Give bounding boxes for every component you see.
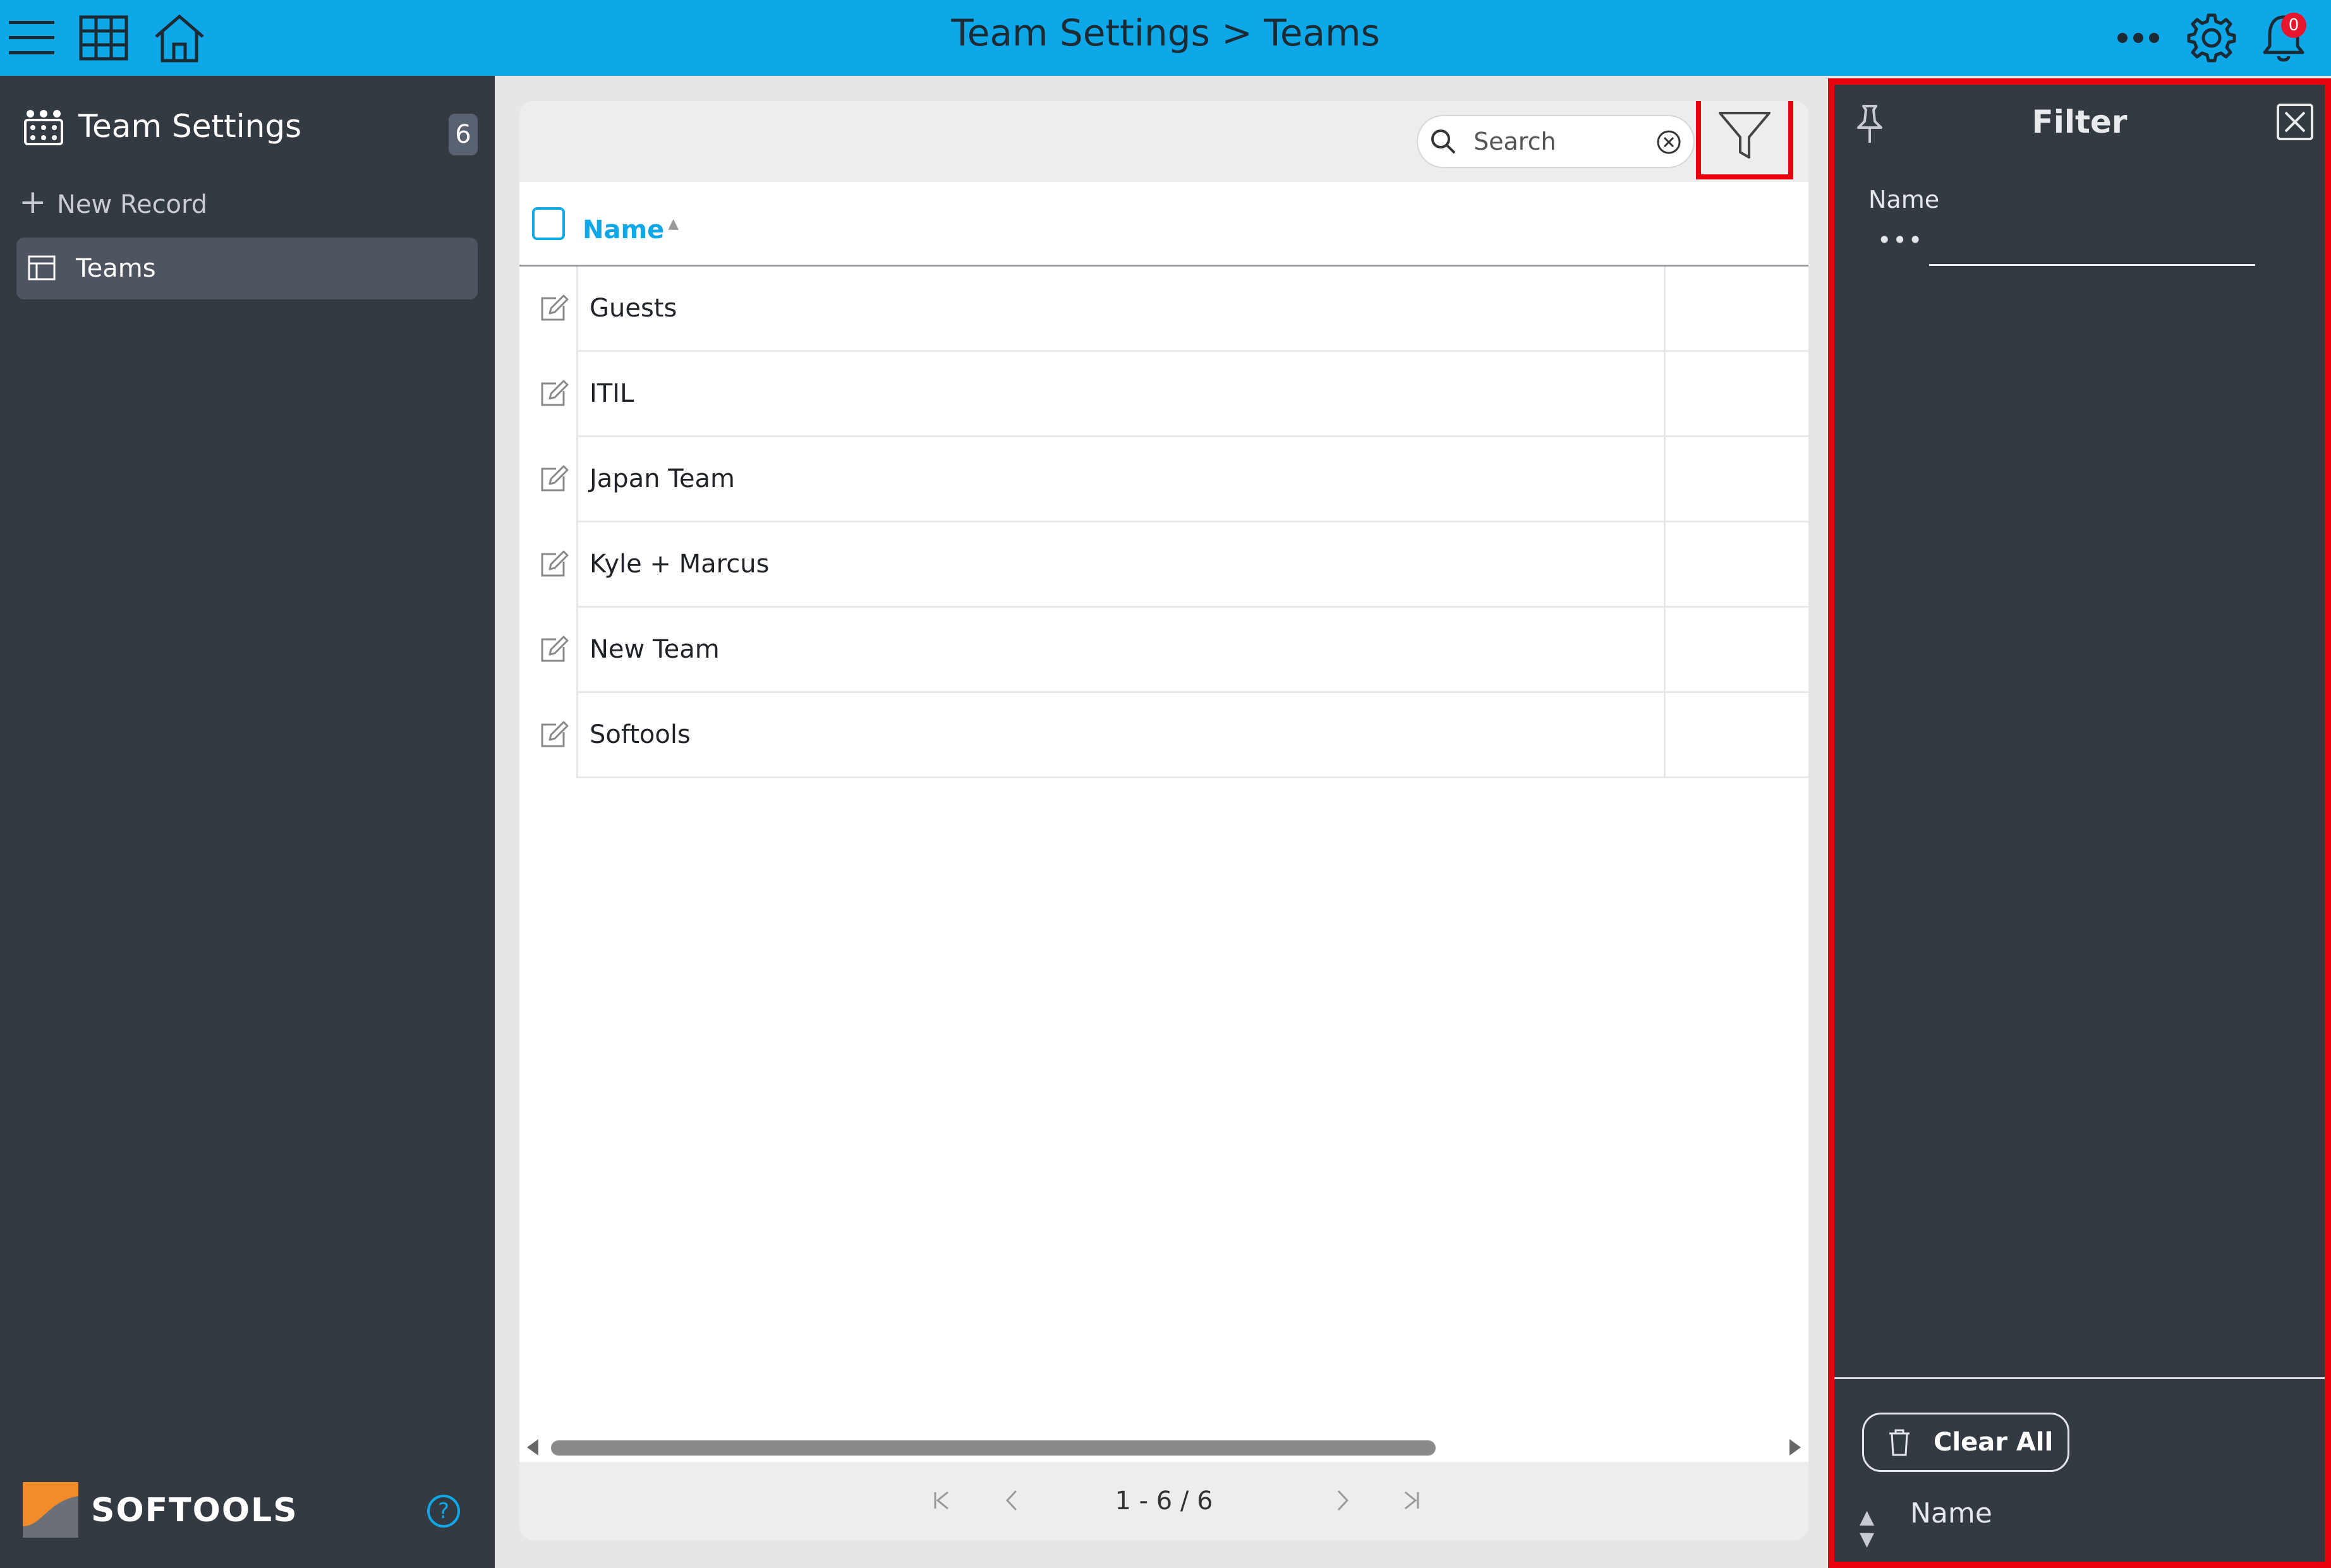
horizontal-scrollbar[interactable] (519, 1433, 1808, 1462)
column-header-label: Name (583, 215, 665, 244)
search-placeholder: Search (1474, 128, 1556, 155)
sidebar: Team Settings 6 + New Record Teams SOFTOO… (0, 76, 495, 1568)
column-header-name[interactable]: Name ▲ (583, 182, 679, 267)
search-input[interactable]: Search (1417, 115, 1695, 168)
cell-name: New Team (576, 608, 1666, 693)
previous-page-icon[interactable] (1000, 1485, 1025, 1516)
sidebar-item-teams[interactable]: Teams (16, 238, 478, 299)
cell-empty (1666, 522, 1808, 608)
table-row[interactable]: Kyle + Marcus (519, 522, 1808, 608)
filter-operator-button[interactable]: ••• (1877, 226, 1923, 254)
record-count-badge: 6 (449, 114, 478, 155)
cell-name: Guests (576, 267, 1666, 352)
page-title: Team Settings > Teams (951, 11, 1380, 54)
sort-toggle-icon[interactable]: ▲ ▼ (1860, 1506, 1874, 1550)
search-icon (1431, 130, 1456, 154)
table-row[interactable]: New Team (519, 608, 1808, 693)
clear-search-icon[interactable] (1656, 129, 1682, 155)
cell-empty (1666, 437, 1808, 522)
table-row[interactable]: ITIL (519, 352, 1808, 437)
page-range: 1 - 6 / 6 (1115, 1487, 1213, 1516)
next-page-icon[interactable] (1329, 1485, 1355, 1516)
cell-empty (1666, 267, 1808, 352)
edit-icon[interactable] (537, 720, 569, 751)
filter-panel: Filter Name ••• Clear All ▲ ▼ Name (1828, 78, 2331, 1568)
sidebar-footer: SOFTOOLS ? (23, 1482, 484, 1539)
gear-icon[interactable] (2184, 10, 2239, 66)
cell-empty (1666, 352, 1808, 437)
list-toolbar: Search (519, 101, 1808, 182)
first-page-icon[interactable] (929, 1485, 954, 1516)
cell-name: ITIL (576, 352, 1666, 437)
bell-icon[interactable]: 0 (2256, 10, 2311, 66)
help-icon[interactable]: ? (427, 1495, 460, 1528)
filter-value-input[interactable] (1929, 264, 2255, 266)
team-icon (24, 110, 63, 145)
more-dots-icon[interactable] (2110, 10, 2166, 66)
new-record-label: New Record (57, 190, 208, 219)
last-page-icon[interactable] (1399, 1485, 1424, 1516)
filter-divider (1834, 1377, 2325, 1379)
funnel-icon (1719, 112, 1771, 159)
cell-name: Japan Team (576, 437, 1666, 522)
edit-icon[interactable] (537, 634, 569, 666)
table-row[interactable]: Japan Team (519, 437, 1808, 522)
clear-all-label: Clear All (1934, 1428, 2054, 1457)
pagination: 1 - 6 / 6 (519, 1462, 1808, 1540)
close-icon[interactable] (2277, 104, 2313, 140)
sort-asc-icon: ▲ (668, 216, 679, 232)
filter-button[interactable] (1696, 101, 1793, 179)
sidebar-item-label: Teams (76, 254, 156, 283)
table-row[interactable]: Softools (519, 693, 1808, 778)
filter-field-label: Name (1868, 186, 1940, 214)
edit-icon[interactable] (537, 293, 569, 325)
cell-name: Kyle + Marcus (576, 522, 1666, 608)
table-body: Guests ITIL Japan Team Kyle + Marcus New… (519, 267, 1808, 778)
edit-icon[interactable] (537, 464, 569, 495)
brand-name: SOFTOOLS (91, 1492, 298, 1529)
main-panel: Search Name ▲ Guests ITIL Japan Team Kyle (519, 101, 1808, 1540)
sort-field-label: Name (1910, 1497, 1992, 1529)
new-record-button[interactable]: + New Record (19, 177, 207, 227)
sidebar-header: Team Settings 6 (0, 95, 495, 158)
sidebar-title: Team Settings (78, 108, 302, 145)
filter-title: Filter (2031, 104, 2128, 140)
table-header: Name ▲ (519, 182, 1808, 267)
scroll-left-icon[interactable] (527, 1439, 538, 1456)
edit-icon[interactable] (537, 378, 569, 410)
scroll-right-icon[interactable] (1789, 1439, 1801, 1456)
softools-logo-icon (23, 1482, 78, 1538)
cell-empty (1666, 608, 1808, 693)
plus-icon: + (19, 183, 47, 221)
clear-all-button[interactable]: Clear All (1862, 1413, 2069, 1472)
edit-icon[interactable] (537, 549, 569, 581)
trash-icon (1889, 1429, 1910, 1456)
cell-empty (1666, 693, 1808, 778)
top-bar: Team Settings > Teams 0 (0, 0, 2331, 76)
table-row[interactable]: Guests (519, 267, 1808, 352)
notification-badge: 0 (2281, 13, 2306, 38)
table-icon (28, 255, 56, 280)
cell-name: Softools (576, 693, 1666, 778)
scrollbar-thumb[interactable] (551, 1440, 1436, 1456)
select-all-checkbox[interactable] (532, 207, 565, 240)
